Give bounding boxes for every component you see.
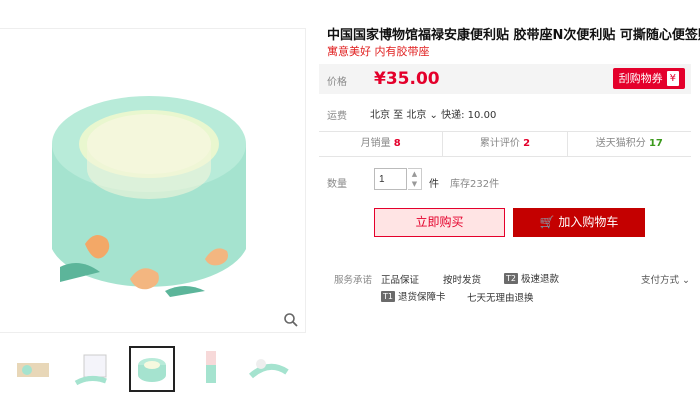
product-title: 中国国家博物馆福禄安康便利贴 胶带座N次便利贴 可撕随心便签贴 <box>327 28 700 43</box>
thumbnail-2[interactable] <box>69 346 115 392</box>
thumbnail-strip <box>0 346 306 398</box>
shipping-route[interactable]: 北京 至 北京 <box>370 110 426 121</box>
add-to-cart-button[interactable]: 🛒 加入购物车 <box>513 208 645 237</box>
quantity-label: 数量 <box>327 179 347 190</box>
chevron-down-icon: ⌄ <box>682 275 691 286</box>
gallery <box>0 0 306 411</box>
quantity-stepper[interactable]: ▲ ▼ <box>408 168 422 190</box>
shipping-info: 北京 至 北京 ⌄ 快递: 10.00 <box>370 106 496 121</box>
stock-count: 库存232件 <box>450 179 500 190</box>
washi-tape-image <box>52 96 246 297</box>
stat-label: 送天猫积分 <box>595 138 646 149</box>
quantity-unit: 件 <box>429 179 439 190</box>
stat-label: 累计评价 <box>479 138 520 149</box>
stat-value: 17 <box>648 138 663 149</box>
service-fast-refund[interactable]: T2 极速退款 <box>504 271 559 285</box>
main-product-image[interactable] <box>0 28 306 333</box>
stat-monthly-sales: 月销量 8 <box>319 132 444 156</box>
price-label: 价格 <box>327 77 347 88</box>
payment-label: 支付方式 <box>641 275 680 286</box>
stat-value: 2 <box>523 138 531 149</box>
payment-method[interactable]: 支付方式 ⌄ <box>641 272 690 286</box>
stat-points: 送天猫积分 17 <box>568 132 691 156</box>
zoom-icon[interactable] <box>283 312 299 328</box>
stat-reviews[interactable]: 累计评价 2 <box>443 132 568 156</box>
t2-badge: T2 <box>504 272 518 284</box>
stat-label: 月销量 <box>360 138 391 149</box>
coupon-label: 刮购物券 <box>618 72 663 85</box>
price-value: ¥35.00 <box>374 69 440 89</box>
shipping-label: 运费 <box>327 111 347 122</box>
service-seven-day[interactable]: 七天无理由退换 <box>467 290 534 304</box>
cart-icon: 🛒 <box>539 215 555 229</box>
stats-row: 月销量 8 累计评价 2 送天猫积分 17 <box>319 131 691 157</box>
thumbnail-1[interactable] <box>10 346 56 392</box>
add-to-cart-label: 加入购物车 <box>558 215 619 229</box>
chevron-down-icon[interactable]: ⌄ <box>430 110 438 121</box>
shipping-express: 快递: 10.00 <box>441 110 497 121</box>
stat-value: 8 <box>393 138 401 149</box>
thumbnail-3[interactable] <box>129 346 175 392</box>
price-box: 价格 ¥35.00 刮购物券 ¥ <box>319 64 691 94</box>
product-info: 中国国家博物馆福禄安康便利贴 胶带座N次便利贴 可撕随心便签贴 寓意美好 内有胶… <box>319 0 700 411</box>
quantity-input[interactable] <box>374 168 407 190</box>
service-text: 退货保障卡 <box>397 292 446 303</box>
yen-icon: ¥ <box>666 71 679 86</box>
service-label: 服务承诺 <box>334 275 373 286</box>
t1-badge: T1 <box>381 290 395 302</box>
service-genuine[interactable]: 正品保证 <box>381 272 419 286</box>
buy-now-button[interactable]: 立即购买 <box>374 208 505 237</box>
increase-icon[interactable]: ▲ <box>408 169 421 179</box>
thumbnail-5[interactable] <box>246 346 292 392</box>
service-text: 极速退款 <box>520 274 559 285</box>
decrease-icon[interactable]: ▼ <box>408 179 421 189</box>
product-subtitle: 寓意美好 内有胶带座 <box>327 45 430 58</box>
service-return-card[interactable]: T1 退货保障卡 <box>381 289 446 303</box>
service-ontime[interactable]: 按时发货 <box>443 272 481 286</box>
coupon-button[interactable]: 刮购物券 ¥ <box>612 68 685 89</box>
thumbnail-4[interactable] <box>188 346 234 392</box>
